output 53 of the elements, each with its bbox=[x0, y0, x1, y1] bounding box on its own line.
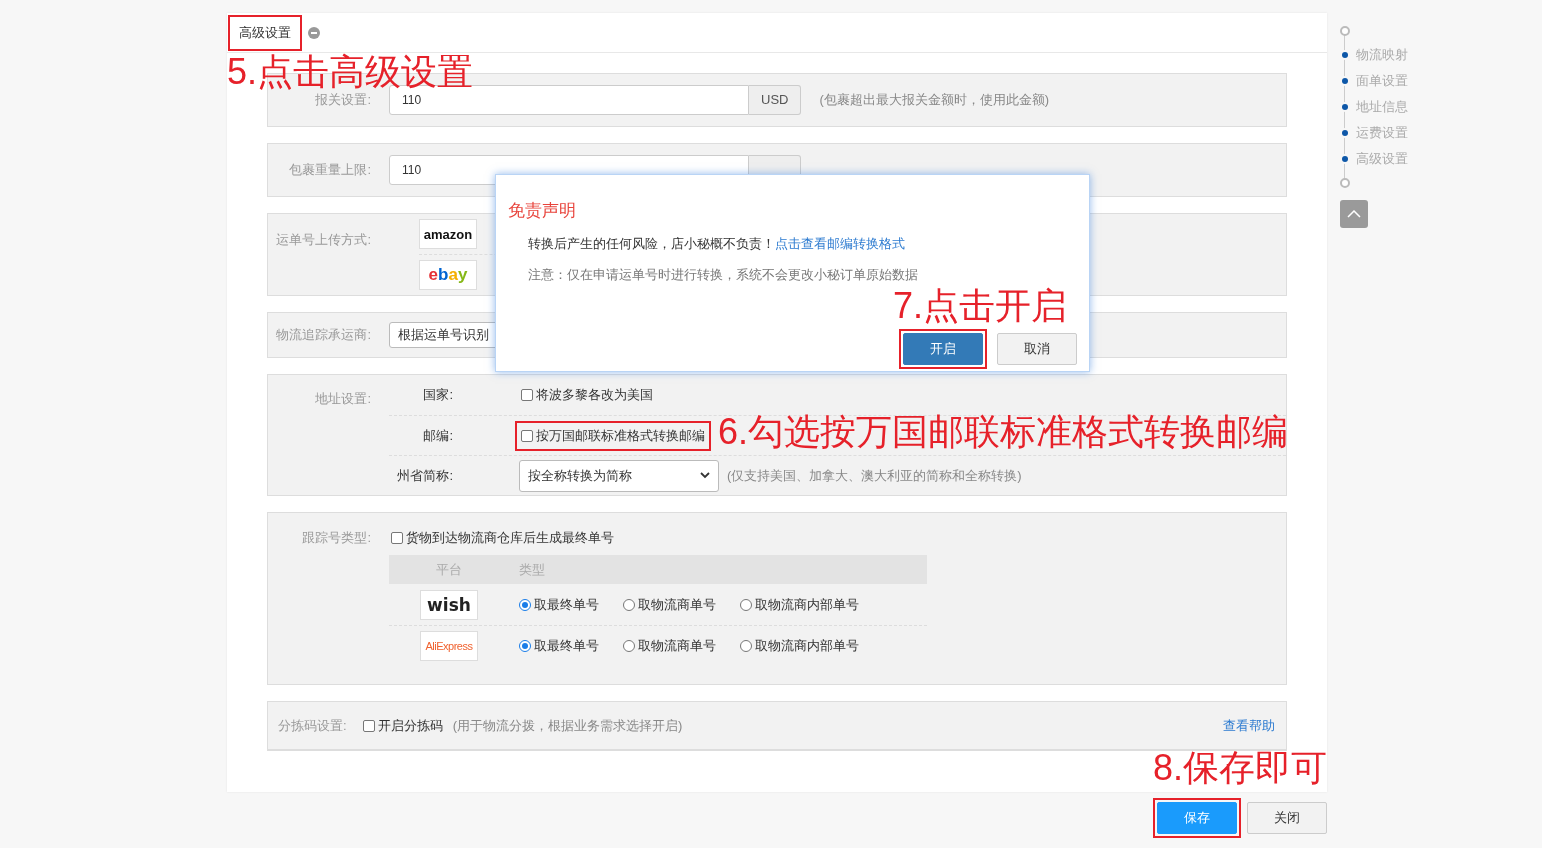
annotation-text: 6.勾选按万国邮联标准格式转换邮编 bbox=[718, 412, 1289, 452]
option-label: 取物流商单号 bbox=[638, 637, 716, 655]
dialog-message: 转换后产生的任何风险，店小秘概不负责！点击查看邮编转换格式 bbox=[528, 236, 906, 253]
field-label: 跟踪号类型: bbox=[301, 529, 371, 547]
checkbox[interactable]: 将波多黎各改为美国 bbox=[519, 384, 655, 406]
timeline-start-icon bbox=[1340, 26, 1350, 36]
logo: amazon bbox=[419, 219, 477, 249]
field-label: 分拣码设置: bbox=[278, 716, 347, 735]
select-field[interactable]: 按全称转换为简称 bbox=[519, 459, 719, 492]
field-label: 包裹重量上限: bbox=[288, 161, 371, 179]
option-label: 取最终单号 bbox=[534, 637, 599, 655]
radio-button[interactable] bbox=[519, 598, 531, 611]
back-to-top-button[interactable] bbox=[1340, 200, 1368, 228]
footer-button[interactable]: 关闭 bbox=[1247, 802, 1327, 834]
dialog-button[interactable]: 取消 bbox=[997, 333, 1077, 365]
radio-button[interactable] bbox=[623, 640, 635, 652]
field-label: 邮编: bbox=[422, 426, 453, 445]
dialog-button[interactable]: 开启 bbox=[903, 333, 983, 365]
annotation-text: 8.保存即可 bbox=[1153, 748, 1328, 788]
checkbox[interactable]: 货物到达物流商仓库后生成最终单号 bbox=[389, 527, 616, 549]
hint-text: (用于物流分拨，根据业务需求选择开启) bbox=[452, 716, 683, 735]
section-tab[interactable]: 高级设置 bbox=[232, 18, 298, 47]
help-link[interactable]: 查看帮助 bbox=[1223, 716, 1275, 735]
collapse-icon[interactable] bbox=[308, 26, 320, 39]
field-label: 州省简称: bbox=[396, 466, 453, 485]
option-label: 取物流商内部单号 bbox=[755, 595, 859, 614]
format-link[interactable]: 点击查看邮编转换格式 bbox=[775, 237, 905, 251]
field-label: 报关设置: bbox=[314, 91, 371, 109]
logo: ebay bbox=[419, 260, 477, 290]
field-label: 物流追踪承运商: bbox=[275, 326, 371, 344]
radio-button[interactable] bbox=[623, 598, 635, 611]
dialog-note: 注意：仅在申请运单号时进行转换，系统不会更改小秘订单原始数据 bbox=[528, 267, 919, 284]
field-label: 运单号上传方式: bbox=[275, 231, 371, 249]
dialog-title: 免责声明 bbox=[508, 200, 577, 222]
annotation-text: 7.点击开启 bbox=[893, 286, 1068, 326]
radio-button[interactable] bbox=[740, 598, 752, 611]
chevron-up-icon bbox=[1347, 210, 1361, 218]
field-label: 国家: bbox=[422, 386, 453, 404]
logo: wish bbox=[420, 589, 478, 620]
field-label: 地址设置: bbox=[314, 390, 371, 408]
hint-text: (包裹超出最大报关金额时，使用此金额) bbox=[819, 91, 1050, 109]
radio-button[interactable] bbox=[740, 640, 752, 652]
unit-addon: USD bbox=[749, 85, 802, 115]
option-label: 取最终单号 bbox=[534, 595, 599, 614]
logo: AliExpress bbox=[420, 631, 478, 661]
option-label: 取物流商内部单号 bbox=[755, 637, 859, 655]
hint-text: (仅支持美国、加拿大、澳大利亚的简称和全称转换) bbox=[727, 466, 1022, 485]
option-label: 取物流商单号 bbox=[638, 595, 716, 614]
chevron-down-icon bbox=[700, 472, 710, 479]
checkbox[interactable]: 按万国邮联标准格式转换邮编 bbox=[519, 424, 707, 447]
radio-button[interactable] bbox=[519, 640, 531, 652]
timeline-end-icon bbox=[1340, 178, 1350, 188]
checkbox[interactable]: 开启分拣码 bbox=[360, 714, 445, 737]
